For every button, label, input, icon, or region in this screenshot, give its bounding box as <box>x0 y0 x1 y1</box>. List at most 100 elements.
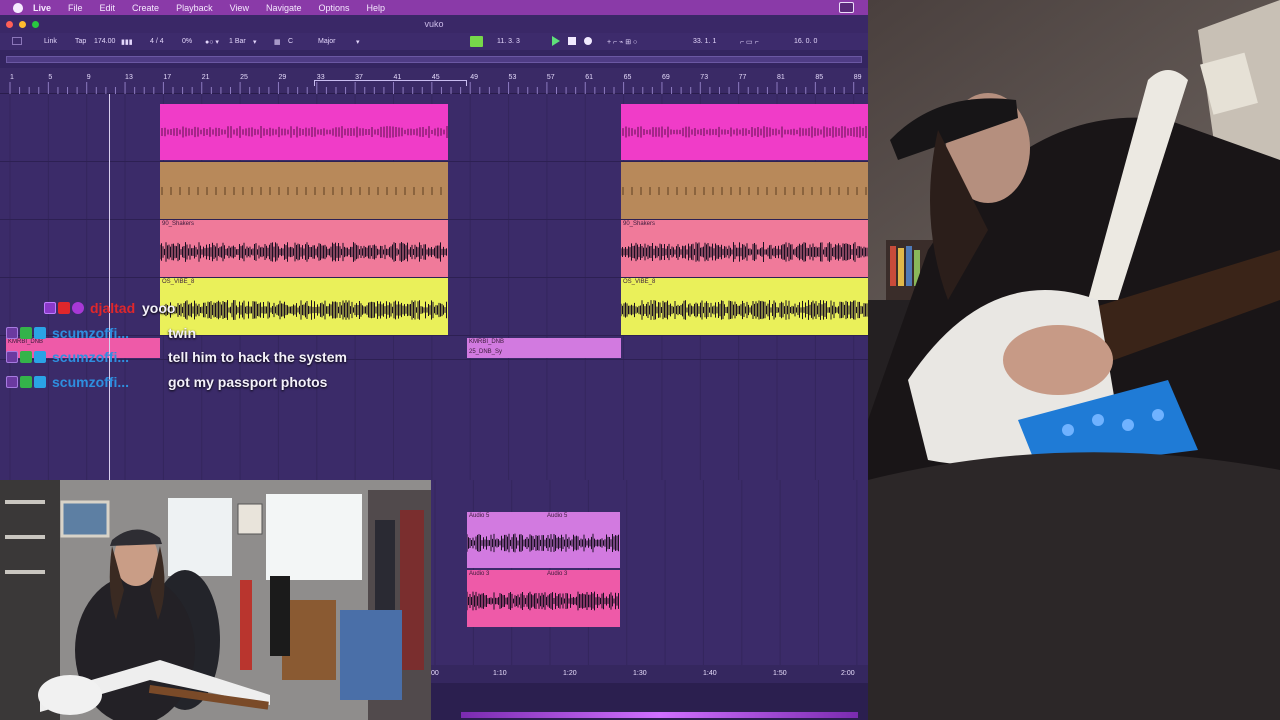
time-signature-field[interactable]: 4 / 4 <box>150 38 164 45</box>
window-titlebar: vuko <box>0 15 868 33</box>
bar-number: 61 <box>585 74 593 81</box>
audio-clip-shakers[interactable]: 90_Shakers <box>621 220 868 277</box>
chat-message: scumzoffi... twin <box>6 321 426 346</box>
bar-number: 81 <box>777 74 785 81</box>
midi-clip[interactable] <box>160 104 448 160</box>
loop-start-field[interactable]: 33. 1. 1 <box>693 38 716 45</box>
bar-number: 49 <box>470 74 478 81</box>
bar-number: 53 <box>509 74 517 81</box>
arrangement-view[interactable]: 90_Shakers 90_Shakers OS_VIBE_8 OS_VIBE_… <box>0 94 868 480</box>
clip-name: 90_Shakers <box>623 221 656 227</box>
clip-notes <box>161 187 442 195</box>
screen-share-icon[interactable] <box>839 2 854 13</box>
chevron-down-icon[interactable]: ▾ <box>253 38 257 46</box>
track-lane-2[interactable] <box>0 162 868 220</box>
scale-selector[interactable]: Major <box>318 38 336 45</box>
arrangement-record-icon[interactable] <box>470 36 483 47</box>
chat-text: yooo <box>142 300 176 317</box>
time-label: 00 <box>431 670 439 677</box>
stream-screen: Live File Edit Create Playback View Navi… <box>0 0 1280 720</box>
clip-name: Audio 5 <box>547 513 568 519</box>
menu-item-playback[interactable]: Playback <box>176 3 213 13</box>
clip-waveform <box>467 533 619 553</box>
menu-item-help[interactable]: Help <box>367 3 386 13</box>
clip-name: KMRBI_DNB <box>469 339 505 345</box>
time-label: 1:40 <box>703 670 717 677</box>
link-button[interactable]: Link <box>44 38 57 45</box>
clip-waveform <box>621 242 868 262</box>
edit-badge-icon <box>20 375 32 388</box>
grid-icon[interactable] <box>12 37 22 45</box>
control-bar: Link Tap 174.00 ▮▮▮ 4 / 4 0% ●○ ▾ 1 Bar … <box>0 33 868 50</box>
menu-item-view[interactable]: View <box>230 3 249 13</box>
midi-clip[interactable] <box>621 162 868 219</box>
scale-icon[interactable]: ▦ <box>274 38 281 46</box>
song-position-field[interactable]: 11. 3. 3 <box>497 38 520 45</box>
guitar-camera-video <box>868 0 1280 720</box>
scroll-strip[interactable] <box>461 712 858 718</box>
chat-username: scumzoffi... <box>52 324 130 341</box>
bar-number: 29 <box>278 74 286 81</box>
automation-tools-icon[interactable]: + ⌐ ⌁ ⊞ ○ <box>607 38 637 46</box>
track-lane-1[interactable] <box>0 102 868 162</box>
time-label: 1:30 <box>633 670 647 677</box>
menu-item-navigate[interactable]: Navigate <box>266 3 302 13</box>
menu-item-edit[interactable]: Edit <box>100 3 116 13</box>
stop-icon[interactable] <box>568 37 576 45</box>
play-icon[interactable] <box>552 36 560 46</box>
midi-clip[interactable] <box>621 104 868 160</box>
loop-brace[interactable] <box>314 80 467 86</box>
clip-name: 90_Shakers <box>162 221 195 227</box>
menu-item-live[interactable]: Live <box>33 3 51 13</box>
nudge-icon[interactable]: ▮▮▮ <box>121 38 133 46</box>
audio-clip-vibe[interactable]: OS_VIBE_8 <box>621 278 868 335</box>
clip-waveform <box>621 300 868 320</box>
audio-clip-dnb[interactable]: KMRBI_DNB 25_DNB_Sy <box>467 338 621 358</box>
bar-number: 57 <box>547 74 555 81</box>
bar-number: 77 <box>739 74 747 81</box>
bar-number: 85 <box>815 74 823 81</box>
clip-name: Audio 3 <box>469 571 490 577</box>
time-label: 1:20 <box>563 670 577 677</box>
clip-name: OS_VIBE_8 <box>623 279 656 285</box>
menu-item-options[interactable]: Options <box>318 3 349 13</box>
time-ruler[interactable]: 00 1:10 1:20 1:30 1:40 1:50 2:00 <box>431 665 868 683</box>
webcam-room-image <box>0 480 431 720</box>
tempo-field[interactable]: 174.00 <box>94 38 115 45</box>
menu-item-file[interactable]: File <box>68 3 83 13</box>
subscriber-badge-icon <box>6 375 18 388</box>
record-icon[interactable] <box>584 37 592 45</box>
metronome-icon[interactable]: ●○ ▾ <box>205 38 219 46</box>
midi-clip[interactable] <box>160 162 448 219</box>
chevron-down-icon[interactable]: ▾ <box>356 38 360 46</box>
subscriber-badge-icon <box>6 326 18 339</box>
apple-icon[interactable] <box>13 2 23 13</box>
bar-number: 73 <box>700 74 708 81</box>
facecam-video <box>0 480 431 720</box>
time-label: 2:00 <box>841 670 855 677</box>
loop-icon[interactable]: ⌐ ▭ ⌐ <box>740 38 759 46</box>
tap-tempo-button[interactable]: Tap <box>75 38 86 45</box>
bar-number: 69 <box>662 74 670 81</box>
edit-badge-icon <box>20 326 32 339</box>
menu-bar: Live File Edit Create Playback View Navi… <box>0 0 868 15</box>
arrangement-overview[interactable] <box>0 50 868 68</box>
audio-clip-audio5[interactable]: Audio 5 Audio 5 <box>467 512 620 568</box>
star-badge-icon <box>72 302 84 315</box>
chat-username: scumzoffi... <box>52 373 130 390</box>
chat-text: tell him to hack the system <box>168 349 347 366</box>
audio-clip-audio3[interactable]: Audio 3 Audio 3 <box>467 570 620 627</box>
loop-length-field[interactable]: 16. 0. 0 <box>794 38 817 45</box>
time-label: 1:50 <box>773 670 787 677</box>
chat-text: got my passport photos <box>168 373 328 390</box>
chat-message: scumzoffi... tell him to hack the system <box>6 345 426 370</box>
menu-item-create[interactable]: Create <box>132 3 159 13</box>
key-selector[interactable]: C <box>288 38 293 45</box>
status-bar <box>431 683 868 720</box>
track-lane-3[interactable]: 90_Shakers 90_Shakers <box>0 220 868 278</box>
audio-clip-shakers[interactable]: 90_Shakers <box>160 220 448 277</box>
moderator-badge-icon <box>44 302 56 315</box>
playhead[interactable] <box>109 94 110 480</box>
quantize-selector[interactable]: 1 Bar <box>229 38 246 45</box>
guitar-closeup-image <box>868 0 1280 720</box>
